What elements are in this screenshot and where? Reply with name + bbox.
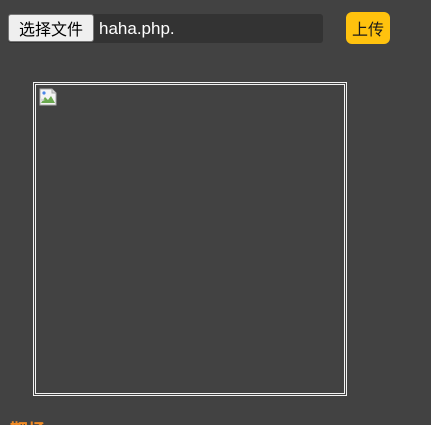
broken-image-icon — [39, 88, 57, 106]
selected-file-name: haha.php. — [99, 19, 175, 38]
image-preview-frame — [33, 82, 347, 396]
bottom-heading: 靶场 — [10, 417, 46, 425]
upload-button[interactable]: 上传 — [346, 12, 390, 44]
upload-page: 选择文件 haha.php. 上传 靶场 — [0, 0, 431, 425]
file-upload-control[interactable]: 选择文件 haha.php. — [8, 14, 323, 43]
image-preview — [35, 84, 345, 394]
choose-file-button[interactable]: 选择文件 — [8, 14, 94, 42]
